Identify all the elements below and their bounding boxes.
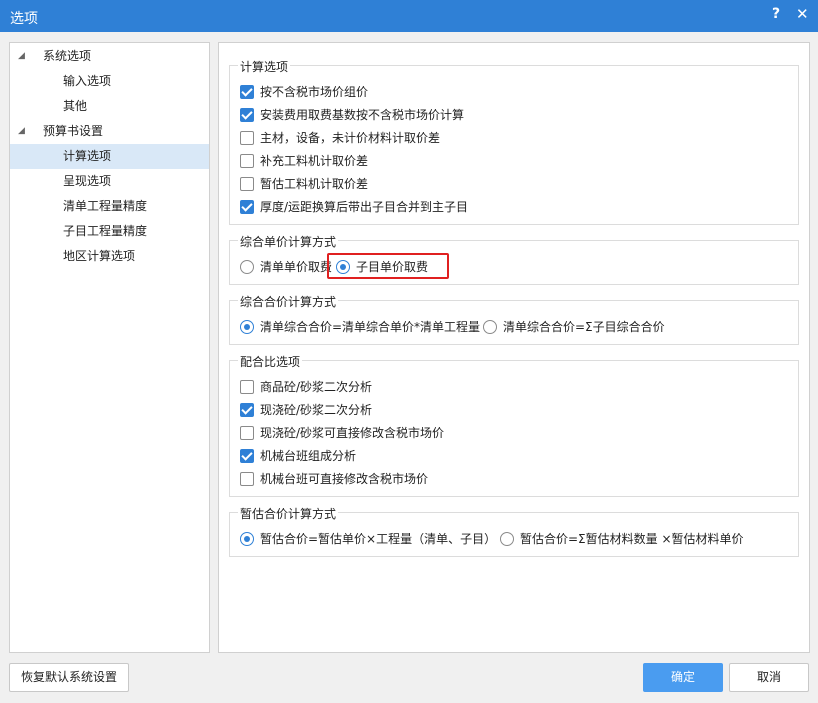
unit-price-method-group: 综合单价计算方式 清单单价取费 子目单价取费: [229, 233, 799, 285]
checkbox[interactable]: [240, 131, 254, 145]
tree-item-label: 预算书设置: [43, 124, 104, 138]
radio-sum-sub-total[interactable]: 清单综合合价=Σ子目综合合价: [483, 317, 683, 337]
option-label: 清单单价取费: [260, 260, 333, 274]
group-title: 综合合价计算方式: [238, 293, 339, 310]
option-label: 现浇砼/砂浆二次分析: [260, 403, 373, 417]
group-title: 配合比选项: [238, 353, 303, 370]
tree-item-label: 系统选项: [43, 49, 92, 63]
options-content: 计算选项 按不含税市场价组价 安装费用取费基数按不含税市场价计算 主材，设备，未…: [218, 42, 810, 653]
tree-item-other[interactable]: 其他: [10, 94, 209, 119]
radio-bill-total-formula[interactable]: 清单综合合价=清单综合单价*清单工程量: [230, 317, 480, 337]
checkbox[interactable]: [240, 426, 254, 440]
tree-item-label: 计算选项: [63, 149, 112, 163]
group-title: 暂估合价计算方式: [238, 505, 339, 522]
window-title: 选项: [10, 11, 38, 27]
tree-item-label: 其他: [63, 99, 88, 113]
tree-item-region-calc-options[interactable]: 地区计算选项: [10, 244, 209, 269]
option-label: 清单综合合价=清单综合单价*清单工程量: [260, 320, 481, 334]
option-label: 现浇砼/砂浆可直接修改含税市场价: [260, 426, 445, 440]
option-label: 厚度/运距换算后带出子目合并到主子目: [260, 200, 469, 214]
title-bar: 选项 ? ✕: [0, 0, 818, 32]
checkbox[interactable]: [240, 154, 254, 168]
option-label: 暂估工料机计取价差: [260, 177, 369, 191]
cancel-button[interactable]: 取消: [729, 663, 809, 692]
option-label: 暂估合价=Σ暂估材料数量 ×暂估材料单价: [520, 532, 744, 546]
radio-bill-unit-price[interactable]: 清单单价取费: [230, 257, 333, 277]
ok-button[interactable]: 确定: [643, 663, 723, 692]
option-label: 商品砼/砂浆二次分析: [260, 380, 373, 394]
tree-item-budget-settings[interactable]: ◢ 预算书设置: [10, 119, 209, 144]
tree-item-system-options[interactable]: ◢ 系统选项: [10, 44, 209, 69]
radio-button[interactable]: [240, 532, 254, 546]
radio-button[interactable]: [240, 260, 254, 274]
checkbox[interactable]: [240, 380, 254, 394]
option-label: 补充工料机计取价差: [260, 154, 369, 168]
help-icon[interactable]: ?: [772, 6, 780, 22]
option-label: 机械台班可直接修改含税市场价: [260, 472, 429, 486]
radio-provisional-sum-material[interactable]: 暂估合价=Σ暂估材料数量 ×暂估材料单价: [500, 529, 760, 549]
checkbox[interactable]: [240, 177, 254, 191]
tree-item-label: 子目工程量精度: [63, 224, 148, 238]
tree-item-label: 输入选项: [63, 74, 112, 88]
radio-button[interactable]: [500, 532, 514, 546]
checkbox[interactable]: [240, 85, 254, 99]
highlight-box: [327, 253, 449, 279]
group-title: 计算选项: [238, 58, 291, 75]
checkbox[interactable]: [240, 108, 254, 122]
provisional-price-method-group: 暂估合价计算方式 暂估合价=暂估单价×工程量（清单、子目） 暂估合价=Σ暂估材料…: [229, 505, 799, 557]
tree-item-bill-quantity-precision[interactable]: 清单工程量精度: [10, 194, 209, 219]
tree-item-calc-options[interactable]: 计算选项: [10, 144, 209, 169]
tree-item-input-options[interactable]: 输入选项: [10, 69, 209, 94]
tree-item-label: 呈现选项: [63, 174, 112, 188]
checkbox[interactable]: [240, 403, 254, 417]
option-label: 按不含税市场价组价: [260, 85, 369, 99]
restore-defaults-button[interactable]: 恢复默认系统设置: [9, 663, 129, 692]
tree-item-sub-quantity-precision[interactable]: 子目工程量精度: [10, 219, 209, 244]
tree-item-display-options[interactable]: 呈现选项: [10, 169, 209, 194]
option-label: 暂估合价=暂估单价×工程量（清单、子目）: [260, 532, 497, 546]
expanded-arrow-icon[interactable]: ◢: [18, 44, 25, 69]
option-label: 机械台班组成分析: [260, 449, 357, 463]
group-title: 综合单价计算方式: [238, 233, 339, 250]
expanded-arrow-icon[interactable]: ◢: [18, 119, 25, 144]
option-label: 安装费用取费基数按不含税市场价计算: [260, 108, 465, 122]
total-price-method-group: 综合合价计算方式 清单综合合价=清单综合单价*清单工程量 清单综合合价=Σ子目综…: [229, 293, 799, 345]
radio-button[interactable]: [483, 320, 497, 334]
close-icon[interactable]: ✕: [796, 5, 809, 23]
options-tree: ◢ 系统选项 输入选项 其他 ◢ 预算书设置 计算选项 呈现选项 清单工程量精度…: [9, 42, 210, 653]
checkbox[interactable]: [240, 200, 254, 214]
tree-item-label: 清单工程量精度: [63, 199, 148, 213]
radio-provisional-unit-qty[interactable]: 暂估合价=暂估单价×工程量（清单、子目）: [230, 529, 500, 549]
radio-button[interactable]: [240, 320, 254, 334]
checkbox[interactable]: [240, 472, 254, 486]
tree-item-label: 地区计算选项: [63, 249, 136, 263]
option-label: 清单综合合价=Σ子目综合合价: [503, 320, 665, 334]
mix-ratio-group: 配合比选项 商品砼/砂浆二次分析 现浇砼/砂浆二次分析 现浇砼/砂浆可直接修改含…: [229, 353, 799, 497]
calc-options-group: 计算选项 按不含税市场价组价 安装费用取费基数按不含税市场价计算 主材，设备，未…: [229, 58, 799, 225]
option-label: 主材，设备，未计价材料计取价差: [260, 131, 441, 145]
checkbox[interactable]: [240, 449, 254, 463]
